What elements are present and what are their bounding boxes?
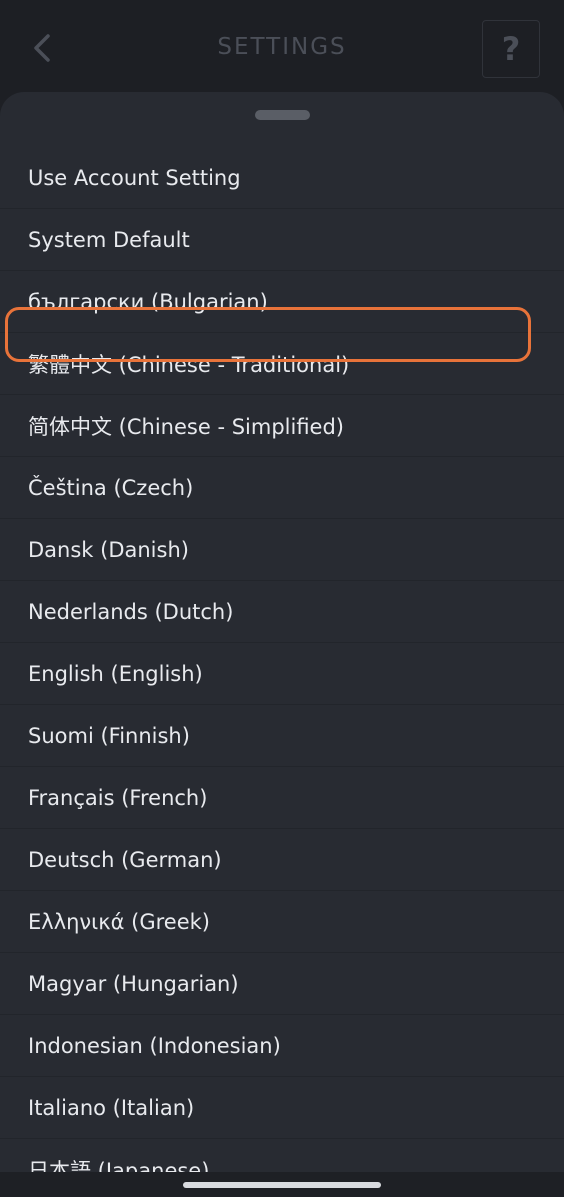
language-option-hungarian[interactable]: Magyar (Hungarian) [0, 953, 564, 1015]
language-option-use-account-setting[interactable]: Use Account Setting [0, 147, 564, 209]
language-option-czech[interactable]: Čeština (Czech) [0, 457, 564, 519]
language-option-greek[interactable]: Ελληνικά (Greek) [0, 891, 564, 953]
language-option-chinese-simplified[interactable]: 简体中文 (Chinese - Simplified) [0, 395, 564, 457]
language-option-label: Magyar (Hungarian) [28, 971, 239, 996]
language-option-label: Use Account Setting [28, 165, 241, 190]
page-title: SETTINGS [217, 34, 347, 60]
sheet-grabber-handle[interactable] [255, 110, 310, 120]
language-option-finnish[interactable]: Suomi (Finnish) [0, 705, 564, 767]
language-option-bulgarian[interactable]: български (Bulgarian) [0, 271, 564, 333]
help-button[interactable]: ? [482, 20, 540, 78]
language-option-label: Indonesian (Indonesian) [28, 1033, 281, 1058]
language-option-label: Italiano (Italian) [28, 1095, 195, 1120]
header: SETTINGS ? [0, 0, 564, 100]
language-option-label: Français (French) [28, 785, 208, 810]
language-option-label: Čeština (Czech) [28, 475, 194, 500]
language-option-label: 繁體中文 (Chinese - Traditional) [28, 352, 350, 377]
language-option-chinese-traditional[interactable]: 繁體中文 (Chinese - Traditional) [0, 333, 564, 395]
language-option-english[interactable]: English (English) [0, 643, 564, 705]
language-option-german[interactable]: Deutsch (German) [0, 829, 564, 891]
language-option-label: Dansk (Danish) [28, 537, 189, 562]
language-option-label: Suomi (Finnish) [28, 723, 190, 748]
language-sheet: Use Account Setting System Default бълга… [0, 92, 564, 1197]
language-option-label: Ελληνικά (Greek) [28, 909, 210, 934]
language-option-french[interactable]: Français (French) [0, 767, 564, 829]
language-option-label: 简体中文 (Chinese - Simplified) [28, 414, 344, 439]
language-option-italian[interactable]: Italiano (Italian) [0, 1077, 564, 1139]
language-option-indonesian[interactable]: Indonesian (Indonesian) [0, 1015, 564, 1077]
language-option-dutch[interactable]: Nederlands (Dutch) [0, 581, 564, 643]
language-option-label: Nederlands (Dutch) [28, 599, 234, 624]
language-option-label: български (Bulgarian) [28, 289, 268, 314]
home-indicator[interactable] [183, 1182, 381, 1188]
language-option-system-default[interactable]: System Default [0, 209, 564, 271]
language-option-label: English (English) [28, 661, 203, 686]
language-option-label: Deutsch (German) [28, 847, 222, 872]
language-option-danish[interactable]: Dansk (Danish) [0, 519, 564, 581]
screen: SETTINGS ? Use Account Setting System De… [0, 0, 564, 1197]
language-option-label: System Default [28, 227, 190, 252]
language-list: Use Account Setting System Default бълга… [0, 147, 564, 1197]
